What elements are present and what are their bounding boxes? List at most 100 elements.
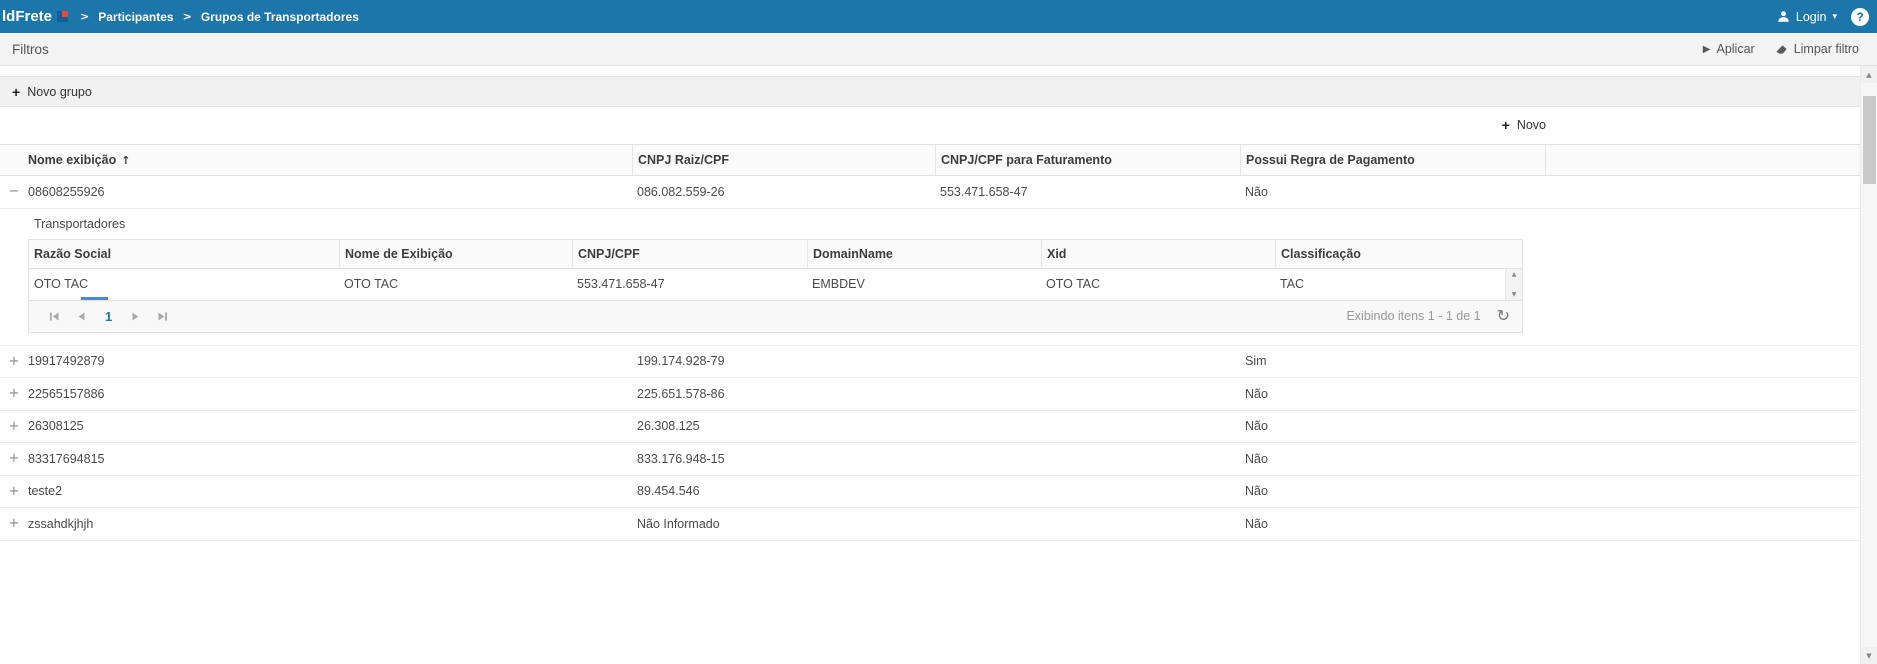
column-header-possui-regra[interactable]: Possui Regra de Pagamento <box>1240 145 1545 175</box>
cell-cnpj-raiz: 26.308.125 <box>632 419 935 433</box>
column-header-nome-exibicao[interactable]: Nome exibição ↑ <box>28 145 632 175</box>
detail-grid-body: OTO TAC OTO TAC 553.471.658-47 EMBDEV OT… <box>29 269 1522 300</box>
table-row[interactable]: + teste2 89.454.546 Não <box>0 476 1860 509</box>
scroll-down-icon[interactable]: ▼ <box>1512 291 1517 298</box>
cell-possui-regra: Não <box>1240 185 1545 199</box>
play-icon: ▶ <box>1703 44 1711 55</box>
expand-row-icon[interactable]: + <box>9 452 20 465</box>
spacer <box>0 66 1860 76</box>
cell-cnpj-raiz: 086.082.559-26 <box>632 185 935 199</box>
detail-title: Transportadores <box>34 217 1860 231</box>
filters-bar: Filtros ▶ Aplicar Limpar filtro <box>0 33 1877 66</box>
user-icon <box>1777 10 1790 23</box>
main-vertical-scrollbar[interactable]: ▲ ▼ <box>1860 66 1877 664</box>
sort-asc-icon: ↑ <box>121 154 130 167</box>
table-row[interactable]: − 08608255926 086.082.559-26 553.471.658… <box>0 176 1860 209</box>
cell-possui-regra: Não <box>1240 484 1545 498</box>
app-logo-text: ldFrete <box>2 8 52 25</box>
first-page-icon <box>49 311 60 322</box>
cell-nome-exibicao: 83317694815 <box>28 452 632 466</box>
cell-cnpj-raiz: 225.651.578-86 <box>632 387 935 401</box>
cell-xid: OTO TAC <box>1041 277 1275 291</box>
collapse-row-icon[interactable]: − <box>9 185 20 198</box>
help-button[interactable]: ? <box>1851 8 1869 26</box>
column-header-label: Classificação <box>1281 247 1361 261</box>
cell-cnpj-cpf: 553.471.658-47 <box>572 277 807 291</box>
scroll-up-icon[interactable]: ▲ <box>1861 66 1877 83</box>
cell-nome-exibicao: 19917492879 <box>28 354 632 368</box>
column-header-label: CNPJ/CPF <box>578 247 640 261</box>
eraser-icon <box>1775 43 1788 56</box>
filters-title: Filtros <box>12 42 49 57</box>
next-page-icon <box>130 311 141 322</box>
table-row[interactable]: + 19917492879 199.174.928-79 Sim <box>0 346 1860 379</box>
cell-possui-regra: Não <box>1240 517 1545 531</box>
expand-row-icon[interactable]: + <box>9 485 20 498</box>
refresh-icon[interactable]: ↻ <box>1497 308 1510 324</box>
filler-column-header <box>1545 145 1860 175</box>
column-header-cnpj-faturamento[interactable]: CNPJ/CPF para Faturamento <box>935 145 1240 175</box>
apply-filter-label: Aplicar <box>1716 42 1754 56</box>
pager-first-button[interactable] <box>49 311 60 322</box>
expander-column-header <box>0 145 28 175</box>
apply-filter-button[interactable]: ▶ Aplicar <box>1703 42 1755 56</box>
cell-possui-regra: Não <box>1240 452 1545 466</box>
table-row[interactable]: + 22565157886 225.651.578-86 Não <box>0 378 1860 411</box>
app-logo[interactable]: ldFrete <box>2 8 68 25</box>
transportadores-grid: Razão Social Nome de Exibição CNPJ/CPF D… <box>28 239 1523 333</box>
column-header-domainname[interactable]: DomainName <box>807 240 1041 268</box>
breadcrumb-item-participantes[interactable]: Participantes <box>98 10 173 24</box>
scroll-down-icon[interactable]: ▼ <box>1861 647 1877 664</box>
pager-next-button[interactable] <box>130 311 141 322</box>
breadcrumb-item-grupos-transportadores[interactable]: Grupos de Transportadores <box>201 10 359 24</box>
pager-page-1[interactable]: 1 <box>105 309 112 324</box>
logo-flag-icon <box>57 11 68 22</box>
column-header-label: DomainName <box>813 247 893 261</box>
pager-last-button[interactable] <box>157 311 168 322</box>
expand-row-icon[interactable]: + <box>9 387 20 400</box>
cell-nome-exibicao: teste2 <box>28 484 632 498</box>
expand-row-icon[interactable]: + <box>9 517 20 530</box>
detail-horizontal-scroll-thumb[interactable] <box>81 297 108 300</box>
detail-vertical-scrollbar[interactable]: ▲ ▼ <box>1505 269 1522 300</box>
column-header-label: Xid <box>1047 247 1066 261</box>
login-label: Login <box>1796 10 1827 24</box>
filter-actions: ▶ Aplicar Limpar filtro <box>1703 42 1859 56</box>
main-scroll-thumb[interactable] <box>1863 96 1876 184</box>
expand-row-icon[interactable]: + <box>9 355 20 368</box>
cell-nome-exibicao: 26308125 <box>28 419 632 433</box>
pager-prev-button[interactable] <box>76 311 87 322</box>
detail-table-row[interactable]: OTO TAC OTO TAC 553.471.658-47 EMBDEV OT… <box>29 269 1505 300</box>
group-toolbar: + Novo grupo <box>0 76 1860 107</box>
table-row[interactable]: + zssahdkjhjh Não Informado Não <box>0 508 1860 541</box>
cell-cnpj-faturamento: 553.471.658-47 <box>935 185 1240 199</box>
column-header-classificacao[interactable]: Classificação <box>1275 240 1522 268</box>
new-group-button[interactable]: + Novo grupo <box>12 84 92 100</box>
top-navigation-bar: ldFrete > Participantes > Grupos de Tran… <box>0 0 1877 33</box>
cell-possui-regra: Não <box>1240 387 1545 401</box>
cell-domainname: EMBDEV <box>807 277 1041 291</box>
cell-nome-exibicao: 08608255926 <box>28 185 632 199</box>
table-row[interactable]: + 26308125 26.308.125 Não <box>0 411 1860 444</box>
cell-nome-exibicao: zssahdkjhjh <box>28 517 632 531</box>
login-button[interactable]: Login ▾ <box>1777 10 1837 24</box>
column-header-razao-social[interactable]: Razão Social <box>29 240 339 268</box>
new-label: Novo <box>1517 118 1546 132</box>
expand-row-icon[interactable]: + <box>9 420 20 433</box>
new-button[interactable]: + Novo <box>1502 117 1546 133</box>
clear-filter-button[interactable]: Limpar filtro <box>1775 42 1859 56</box>
topbar-right-actions: Login ▾ ? <box>1777 8 1869 26</box>
cell-nome-exibicao: 22565157886 <box>28 387 632 401</box>
column-header-nome-de-exibicao[interactable]: Nome de Exibição <box>339 240 572 268</box>
prev-page-icon <box>76 311 87 322</box>
breadcrumb-separator-icon: > <box>80 10 89 23</box>
column-header-cnpj-cpf[interactable]: CNPJ/CPF <box>572 240 807 268</box>
column-header-cnpj-raiz[interactable]: CNPJ Raiz/CPF <box>632 145 935 175</box>
cell-possui-regra: Sim <box>1240 354 1545 368</box>
plus-icon: + <box>12 84 20 100</box>
breadcrumb-separator-icon: > <box>183 10 192 23</box>
scroll-up-icon[interactable]: ▲ <box>1512 271 1517 278</box>
chevron-down-icon: ▾ <box>1832 12 1837 22</box>
table-row[interactable]: + 83317694815 833.176.948-15 Não <box>0 443 1860 476</box>
column-header-xid[interactable]: Xid <box>1041 240 1275 268</box>
